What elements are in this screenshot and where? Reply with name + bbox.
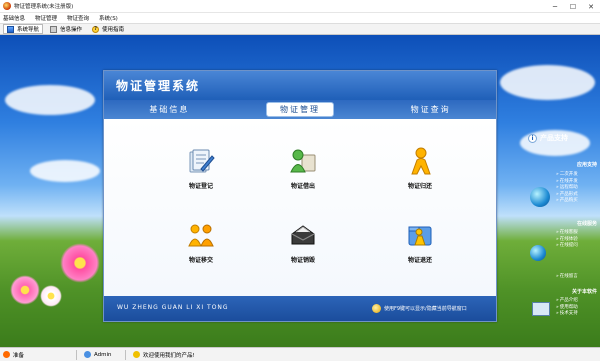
menu-evidence-query[interactable]: 物证查询 <box>67 14 89 22</box>
link-online-support[interactable]: 在线客服 <box>556 230 578 237</box>
toolbar-guide-label: 使用指南 <box>102 27 125 33</box>
evidence-destroy-button[interactable]: 物证销毁 <box>248 211 358 271</box>
maximize-button[interactable]: ☐ <box>564 0 582 13</box>
status-ready: 准备 <box>0 348 72 361</box>
menu-evidence-management[interactable]: 物证管理 <box>35 14 57 22</box>
menu-basic-info[interactable]: 基础信息 <box>3 14 25 22</box>
evidence-send-back-label: 物证退还 <box>407 257 432 264</box>
dialog-body: 物证登记 物证借出 物证归还 物证移交 物证销毁 物证退还 <box>104 119 496 296</box>
toolbar-info-ops-label: 信息操作 <box>60 27 83 33</box>
evidence-transfer-button[interactable]: 物证移交 <box>146 211 256 271</box>
flower-decoration <box>10 275 40 305</box>
toolbar-info-ops-button[interactable]: 信息操作 <box>47 24 85 34</box>
toolbar-system-nav-button[interactable]: 系统导航 <box>3 24 44 34</box>
flower-decoration <box>60 243 100 283</box>
toolbar: 系统导航 信息操作 ? 使用指南 <box>0 23 600 35</box>
tab-basic-info[interactable]: 基础信息 <box>104 100 235 119</box>
section-online-service-title: 在线服务 <box>576 221 597 227</box>
status-user-text: Admin <box>94 351 112 358</box>
dialog-header: 物证管理系统 <box>104 71 496 100</box>
product-support-header: i 产品支持 <box>528 132 568 144</box>
tab-evidence-management[interactable]: 物证管理 <box>235 100 366 119</box>
destroy-icon <box>289 221 317 249</box>
window-controls: ─ ☐ ✕ <box>546 0 600 13</box>
app-logo-icon <box>3 2 11 10</box>
menu-system[interactable]: 系统(S) <box>99 14 118 22</box>
nav-icon <box>7 25 14 33</box>
evidence-return-label: 物证归还 <box>407 183 432 190</box>
link-online-message[interactable]: 在线留言 <box>556 274 578 281</box>
evidence-send-back-button[interactable]: 物证退还 <box>365 211 475 271</box>
info-circle-icon: i <box>528 133 537 143</box>
evidence-lend-button[interactable]: 物证借出 <box>248 137 358 197</box>
status-message-text: 欢迎使用我们的产品! <box>143 352 195 359</box>
tab-evidence-management-label: 物证管理 <box>280 105 320 114</box>
navigation-dialog: 物证管理系统 基础信息 物证管理 物证查询 物证登记 物证借出 物证归还 物证移… <box>103 70 497 322</box>
about-list: 产品介绍 使用帮助 技术支持 <box>556 298 578 318</box>
status-indicator-icon <box>3 351 10 358</box>
evidence-destroy-label: 物证销毁 <box>290 257 315 264</box>
footer-hint-text: 使用F9键可以显示/隐藏当前导航窗口 <box>384 306 467 312</box>
dialog-tabs: 基础信息 物证管理 物证查询 <box>104 100 496 119</box>
product-support-panel: i 产品支持 应用支持 二次开发 在线开发 远程帮助 产品形式 产品购买 在线服… <box>510 132 600 347</box>
smile-icon <box>133 351 140 358</box>
flower-decoration <box>40 285 62 307</box>
minimize-button[interactable]: ─ <box>546 0 564 13</box>
close-button[interactable]: ✕ <box>582 0 600 13</box>
info-icon <box>50 25 58 33</box>
app-support-list: 二次开发 在线开发 远程帮助 产品形式 产品购买 <box>556 172 578 205</box>
status-ready-text: 准备 <box>13 352 25 359</box>
link-secondary-dev[interactable]: 二次开发 <box>556 172 578 179</box>
dialog-title: 物证管理系统 <box>116 79 201 93</box>
link-product-buy[interactable]: 产品购买 <box>556 198 578 205</box>
status-separator <box>125 349 126 360</box>
globe-icon <box>530 187 550 207</box>
return-icon <box>406 147 434 175</box>
cloud-decoration <box>5 85 95 115</box>
status-bar: 准备 Admin 欢迎使用我们的产品! <box>0 347 600 361</box>
title-bar: 物证管理系统(未注册版) ─ ☐ ✕ <box>0 0 600 13</box>
evidence-lend-label: 物证借出 <box>290 183 315 190</box>
window-title: 物证管理系统(未注册版) <box>14 4 74 10</box>
tab-basic-info-label: 基础信息 <box>149 105 190 114</box>
register-icon <box>187 147 215 175</box>
cloud-decoration <box>30 160 100 182</box>
tab-evidence-query[interactable]: 物证查询 <box>365 100 496 119</box>
link-online-question[interactable]: 在线提问 <box>556 243 578 250</box>
transfer-icon <box>187 221 215 249</box>
product-support-title: 产品支持 <box>540 134 568 142</box>
function-grid: 物证登记 物证借出 物证归还 物证移交 物证销毁 物证退还 <box>104 119 496 296</box>
evidence-transfer-label: 物证移交 <box>188 257 213 264</box>
user-icon <box>84 351 91 358</box>
footer-hint: 使用F9键可以显示/隐藏当前导航窗口 <box>372 304 467 313</box>
evidence-return-button[interactable]: 物证归还 <box>365 137 475 197</box>
tab-evidence-query-label: 物证查询 <box>410 105 451 114</box>
monitor-icon <box>532 302 550 316</box>
lightbulb-icon <box>372 304 381 313</box>
section-about-title: 关于本软件 <box>571 289 597 295</box>
lend-icon <box>289 147 317 175</box>
toolbar-system-nav-label: 系统导航 <box>17 27 40 33</box>
cloud-decoration <box>500 65 595 100</box>
menu-bar: 基础信息 物证管理 物证查询 系统(S) <box>0 13 600 23</box>
link-tech-support[interactable]: 技术支持 <box>556 311 578 318</box>
link-remote-help[interactable]: 远程帮助 <box>556 185 578 192</box>
globe-icon <box>530 245 546 261</box>
dialog-footer: WU ZHENG GUAN LI XI TONG 使用F9键可以显示/隐藏当前导… <box>104 296 496 321</box>
online-service-list: 在线客服 在线体验 在线提问 <box>556 230 578 250</box>
section-app-support-title: 应用支持 <box>576 162 597 168</box>
evidence-register-button[interactable]: 物证登记 <box>146 137 256 197</box>
status-separator <box>76 349 77 360</box>
status-user: Admin <box>81 348 121 361</box>
toolbar-guide-button[interactable]: ? 使用指南 <box>89 24 127 34</box>
footer-pinyin-text: WU ZHENG GUAN LI XI TONG <box>117 304 229 311</box>
status-message: 欢迎使用我们的产品! <box>130 348 195 361</box>
link-product-intro[interactable]: 产品介绍 <box>556 298 578 305</box>
help-icon: ? <box>92 25 100 33</box>
send-back-icon <box>406 221 434 249</box>
online-message-list: 在线留言 <box>556 274 578 281</box>
evidence-register-label: 物证登记 <box>188 183 213 190</box>
